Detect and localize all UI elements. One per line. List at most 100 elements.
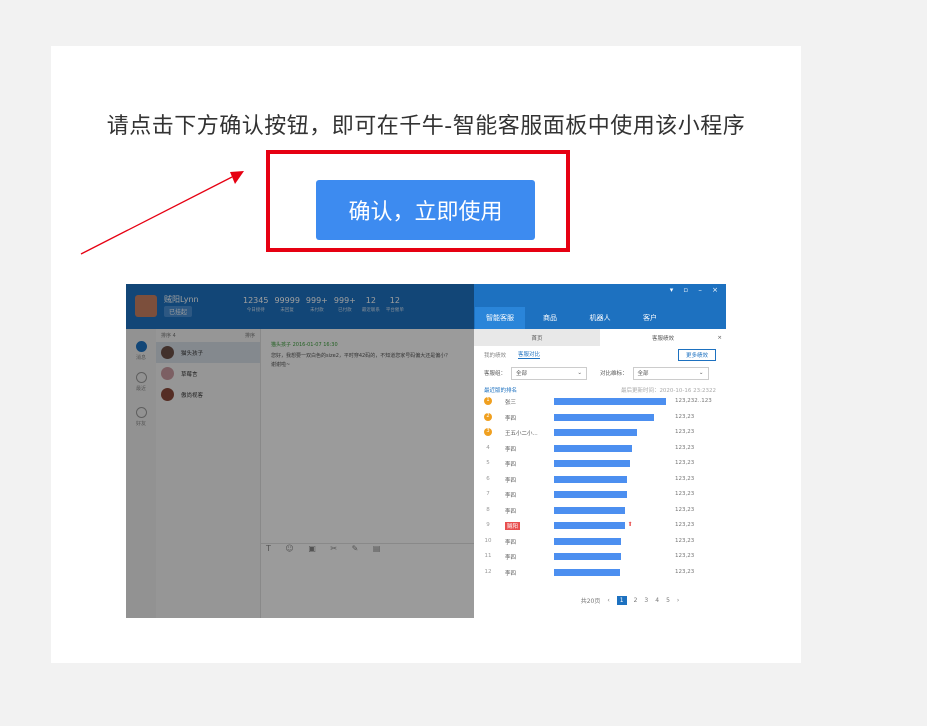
rank-name: 李四 <box>505 555 517 561</box>
ranking-title: 最近版的排名 <box>484 387 518 394</box>
tab-products: 商品 <box>543 314 557 322</box>
compare-select: 全部 ⌄ <box>632 366 709 380</box>
table-row: 4 李四 123,23 <box>474 443 726 455</box>
confirm-use-button[interactable]: 确认，立即使用 <box>316 180 535 240</box>
rank-score: 123,23 <box>675 444 695 451</box>
tab-home: 首页 <box>474 329 600 346</box>
rank-score: 123,23 <box>675 413 695 420</box>
instruction-text: 请点击下方确认按钮，即可在千牛-智能客服面板中使用该小程序 <box>106 114 746 139</box>
rank-name: 贼阳 <box>505 522 521 530</box>
chevron-down-icon: ⌄ <box>698 370 704 376</box>
rank-score: 123,23 <box>675 537 695 544</box>
page-total: 共20页 <box>580 598 601 605</box>
score-bar <box>554 568 621 576</box>
table-row: 9 贼阳 123,23 ⬆ <box>474 520 726 532</box>
medal-icon: 1 <box>484 397 492 405</box>
performance-panel: 首页 客服绩效 × 我的绩效 客服对比 更多绩效 客服组： 全部 ⌄ 对比维标： 全… <box>474 329 726 618</box>
subtab-my-performance: 我的绩效 <box>484 352 507 359</box>
score-bar <box>554 460 631 467</box>
score-bar <box>554 506 625 514</box>
more-performance-button: 更多绩效 <box>677 348 716 361</box>
medal-icon: 3 <box>484 428 492 436</box>
medal-icon: 2 <box>484 412 492 421</box>
rank-name: 李四 <box>505 539 517 546</box>
pagination: 共20页 ‹ 1 2 3 4 5 › <box>474 596 726 605</box>
window-controls: ▾ ▫ – × <box>669 286 722 294</box>
prev-page-icon: ‹ <box>607 597 610 604</box>
table-row: 1 张三 123,232..123 <box>474 396 726 408</box>
score-bar <box>554 553 622 560</box>
score-bar <box>554 429 637 436</box>
rank-score: 123,23 <box>675 506 695 513</box>
updated-time: 最后更新时间：2020-10-16 23:2322 <box>620 387 716 394</box>
rank-name: 李四 <box>505 570 517 577</box>
rank-score: 123,23 <box>675 553 695 559</box>
rank-number: 4 <box>486 444 490 451</box>
table-row: 7 李四 123,23 <box>474 489 726 501</box>
score-bar <box>554 537 622 545</box>
score-bar <box>554 413 654 421</box>
page-1: 1 <box>616 596 627 605</box>
table-row: 6 李四 123,23 <box>474 474 726 486</box>
rank-name: 李四 <box>505 462 517 468</box>
subtab-compare: 客服对比 <box>518 352 541 359</box>
rank-name: 李四 <box>505 508 517 515</box>
table-row: 2 李四 123,23 <box>474 412 726 424</box>
rank-number: 10 <box>484 537 492 544</box>
rank-number: 7 <box>486 491 490 497</box>
rank-score: 123,23 <box>675 522 695 528</box>
rank-number: 9 <box>486 522 490 528</box>
panel-tabs: 首页 客服绩效 × <box>474 329 726 346</box>
rank-name: 李四 <box>505 446 517 453</box>
rank-score: 123,23 <box>675 475 695 482</box>
page-2: 2 <box>633 597 638 604</box>
rank-number: 11 <box>484 553 492 559</box>
rank-number: 6 <box>486 475 490 482</box>
score-bar <box>554 398 666 405</box>
table-row: 10 李四 123,23 <box>474 536 726 548</box>
tab-performance: 客服绩效 × <box>600 329 726 346</box>
rank-number: 5 <box>486 460 490 466</box>
tab-robot: 机器人 <box>589 314 611 322</box>
score-bar <box>554 491 627 498</box>
page-5: 5 <box>666 597 670 604</box>
chevron-down-icon: ⌄ <box>577 370 583 376</box>
score-bar <box>554 522 625 529</box>
rank-name: 李四 <box>505 477 517 484</box>
rank-name: 李四 <box>505 493 517 499</box>
rank-score: 123,23 <box>675 491 695 497</box>
rank-name: 李四 <box>505 415 517 422</box>
preview-screenshot: 贼阳Lynn 已挂起 12345 今日接待 99999 未回复 999+ 未付款 99… <box>126 284 726 618</box>
arrow-up-icon: ⬆ <box>627 521 633 528</box>
rank-score: 123,23 <box>675 429 695 435</box>
close-icon: × <box>717 334 722 341</box>
tab-customer: 客户 <box>643 314 657 322</box>
rank-name: 张三 <box>505 400 517 406</box>
dialog-card: 请点击下方确认按钮，即可在千牛-智能客服面板中使用该小程序 确认，立即使用 贼阳… <box>51 46 801 663</box>
rank-score: 123,23 <box>675 460 695 466</box>
score-bar <box>554 444 633 452</box>
sub-tabs: 我的绩效 客服对比 更多绩效 <box>474 346 726 363</box>
table-row: 12 李四 123,23 <box>474 567 726 579</box>
top-tabs: 智能客服 商品 机器人 客户 <box>475 307 675 329</box>
group-select: 全部 ⌄ <box>511 366 588 380</box>
page-4: 4 <box>655 597 660 604</box>
rank-number: 12 <box>484 568 492 575</box>
table-row: 11 李四 123,23 <box>474 551 726 563</box>
ranking-list: 1 张三 123,232..123 2 李四 123,23 3 王五小二小... 123,23 4… <box>474 396 726 583</box>
group-label: 客服组： <box>484 371 507 377</box>
filter-row: 客服组： 全部 ⌄ 对比维标： 全部 ⌄ <box>474 363 726 383</box>
page-3: 3 <box>644 597 649 604</box>
tab-smart-service: 智能客服 <box>475 307 525 329</box>
compare-label: 对比维标： <box>600 371 628 377</box>
next-page-icon: › <box>676 597 680 604</box>
rank-score: 123,23 <box>675 568 695 575</box>
dim-overlay <box>126 284 474 618</box>
score-bar <box>554 475 627 483</box>
table-row: 3 王五小二小... 123,23 <box>474 427 726 439</box>
ranking-header: 最近版的排名 最后更新时间：2020-10-16 23:2322 <box>474 383 726 396</box>
rank-name: 王五小二小... <box>505 431 538 437</box>
table-row: 8 李四 123,23 <box>474 505 726 517</box>
rank-number: 8 <box>486 506 490 513</box>
rank-score: 123,232..123 <box>675 398 712 404</box>
